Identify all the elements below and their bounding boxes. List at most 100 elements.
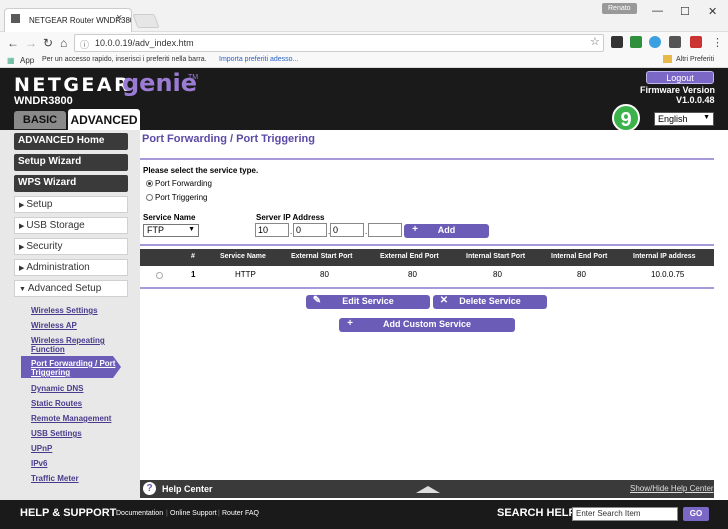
ip-octet-4[interactable]: [368, 223, 402, 237]
help-support-title: HELP & SUPPORT: [20, 507, 117, 519]
url-input[interactable]: 10.0.0.19/adv_index.htm: [74, 34, 604, 52]
sub-wireless-settings[interactable]: Wireless Settings: [31, 306, 98, 315]
minimize-icon[interactable]: —: [652, 5, 663, 17]
bookmark-star-icon[interactable]: ☆: [590, 35, 600, 48]
sub-remote-management[interactable]: Remote Management: [31, 414, 111, 423]
service-name-label: Service Name: [143, 213, 196, 222]
search-help-label: SEARCH HELP: [497, 507, 576, 519]
trademark: TM: [188, 74, 199, 81]
extension-icon[interactable]: [690, 36, 702, 48]
add-custom-service-button[interactable]: + Add Custom Service: [339, 318, 515, 332]
sidebar-menu-setup[interactable]: ▶ Setup: [14, 196, 128, 213]
service-name-value: FTP: [147, 225, 164, 235]
menu-label: Security: [26, 241, 63, 252]
sub-dynamic-dns[interactable]: Dynamic DNS: [31, 384, 83, 393]
table-cell: HTTP: [235, 270, 256, 279]
chevron-down-icon: ▼: [188, 226, 195, 233]
sub-traffic-meter[interactable]: Traffic Meter: [31, 474, 79, 483]
service-name-select[interactable]: FTP ▼: [143, 224, 199, 237]
help-icon: ?: [143, 482, 156, 495]
edit-service-label: Edit Service: [342, 296, 394, 306]
sub-upnp[interactable]: UPnP: [31, 444, 52, 453]
extension-icon[interactable]: [669, 36, 681, 48]
cloud-icon[interactable]: [649, 36, 661, 48]
extension-icon[interactable]: [630, 36, 642, 48]
add-button[interactable]: + Add: [404, 224, 489, 238]
edit-service-button[interactable]: ✎ Edit Service: [306, 295, 430, 309]
pencil-icon: ✎: [312, 295, 322, 306]
table-cell: 10.0.0.75: [651, 270, 685, 279]
th-service-name: Service Name: [220, 253, 266, 260]
close-window-icon[interactable]: ✕: [708, 5, 717, 18]
ip-octet-2[interactable]: 0: [293, 223, 327, 237]
browser-user[interactable]: Renato: [602, 3, 637, 14]
extension-icon[interactable]: [611, 36, 623, 48]
home-icon[interactable]: ⌂: [60, 36, 67, 50]
ip-dot: .: [365, 227, 368, 236]
online-support-link[interactable]: Online Support: [170, 510, 217, 517]
sub-wireless-ap[interactable]: Wireless AP: [31, 321, 77, 330]
sidebar-advanced-home[interactable]: ADVANCED Home: [14, 133, 128, 150]
router-faq-link[interactable]: Router FAQ: [222, 510, 259, 517]
sub-wireless-repeating[interactable]: Wireless Repeating Function: [31, 336, 111, 354]
triangle-down-icon: ▼: [19, 286, 28, 293]
page-info-icon[interactable]: ⓘ: [80, 38, 89, 51]
tab-close-icon[interactable]: ×: [116, 12, 122, 24]
chevron-down-icon: ▼: [703, 114, 710, 121]
menu-label: Setup: [26, 199, 53, 210]
logout-button[interactable]: Logout: [646, 71, 714, 84]
menu-label: Advanced Setup: [27, 283, 102, 294]
bookmarks-hint: Per un accesso rapido, inserisci i prefe…: [42, 56, 207, 63]
expand-arrow-icon[interactable]: [416, 486, 440, 493]
radio-port-triggering[interactable]: [146, 194, 153, 201]
ip-octet-1[interactable]: 10: [255, 223, 289, 237]
language-select[interactable]: English ▼: [654, 112, 714, 126]
divider: [140, 287, 714, 289]
apps-link[interactable]: App: [20, 56, 34, 65]
firmware-label: Firmware Version: [640, 85, 716, 95]
forward-icon[interactable]: →: [25, 36, 37, 50]
sidebar-menu-administration[interactable]: ▶ Administration: [14, 259, 128, 276]
radio-port-triggering-label: Port Triggering: [155, 193, 208, 202]
delete-service-button[interactable]: ✕ Delete Service: [433, 295, 547, 309]
radio-port-forwarding[interactable]: [146, 180, 153, 187]
browser-tab[interactable]: NETGEAR Router WNDR3800: [4, 8, 132, 32]
table-cell: 1: [191, 270, 196, 279]
sub-ipv6[interactable]: IPv6: [31, 459, 47, 468]
sub-port-forwarding[interactable]: Port Forwarding / Port Triggering: [21, 356, 121, 378]
sidebar-wps-wizard[interactable]: WPS Wizard: [14, 175, 128, 192]
separator: |: [218, 510, 220, 517]
th-internal-start: Internal Start Port: [466, 253, 526, 260]
divider: [140, 244, 714, 246]
menu-icon[interactable]: ⋮: [712, 36, 723, 49]
documentation-link[interactable]: Documentation: [116, 510, 163, 517]
row-select-radio[interactable]: [156, 272, 163, 279]
menu-label: USB Storage: [26, 220, 85, 231]
back-icon[interactable]: ←: [7, 36, 19, 50]
sub-usb-settings[interactable]: USB Settings: [31, 429, 82, 438]
add-button-label: Add: [437, 225, 456, 235]
import-bookmarks-link[interactable]: Importa preferiti adesso...: [219, 56, 298, 63]
apps-icon[interactable]: ▦: [7, 56, 15, 65]
show-hide-help-link[interactable]: Show/Hide Help Center: [630, 484, 714, 493]
th-internal-end: Internal End Port: [551, 253, 608, 260]
reload-icon[interactable]: ↻: [43, 36, 53, 50]
tab-basic[interactable]: BASIC: [14, 111, 66, 129]
sidebar-menu-usb-storage[interactable]: ▶ USB Storage: [14, 217, 128, 234]
divider: [140, 158, 714, 160]
go-button[interactable]: GO: [683, 507, 709, 521]
maximize-icon[interactable]: ☐: [680, 5, 690, 18]
sidebar-menu-advanced-setup[interactable]: ▼ Advanced Setup: [14, 280, 128, 297]
sidebar-setup-wizard[interactable]: Setup Wizard: [14, 154, 128, 171]
sidebar-menu-security[interactable]: ▶ Security: [14, 238, 128, 255]
folder-icon: [663, 55, 672, 63]
ip-octet-3[interactable]: 0: [330, 223, 364, 237]
ip-dot: .: [290, 227, 293, 236]
new-tab-button[interactable]: [132, 14, 160, 28]
sub-static-routes[interactable]: Static Routes: [31, 399, 82, 408]
favicon-icon: [11, 14, 20, 23]
tab-advanced[interactable]: ADVANCED: [68, 109, 140, 130]
search-help-input[interactable]: Enter Search Item: [572, 507, 678, 521]
other-bookmarks[interactable]: Altri Preferiti: [676, 56, 714, 63]
server-ip-label: Server IP Address: [256, 213, 325, 222]
